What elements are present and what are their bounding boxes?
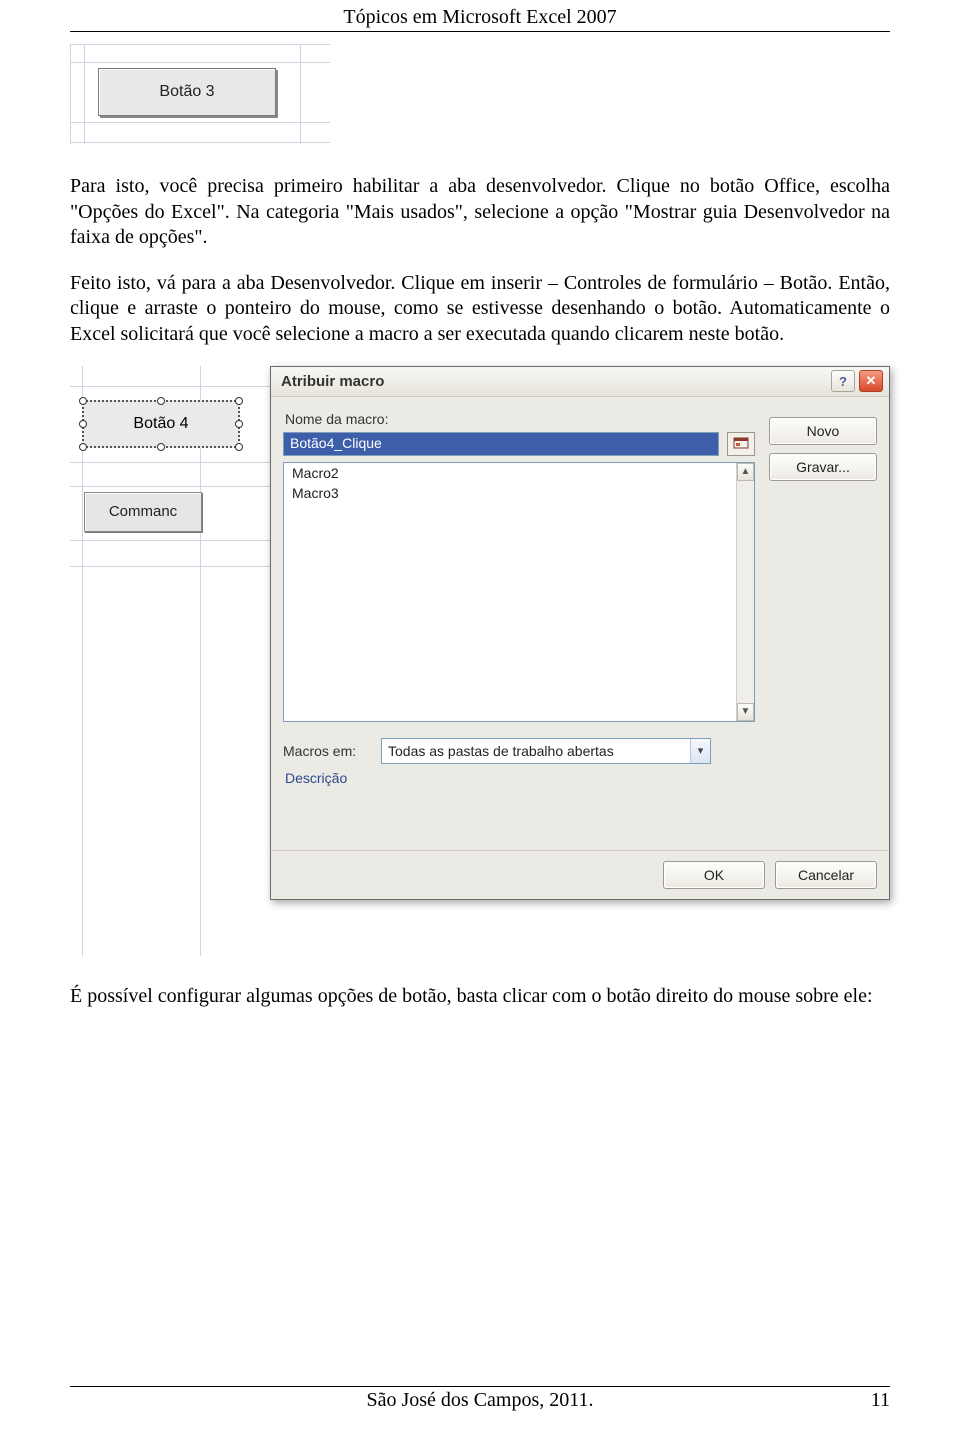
footer-rule [70, 1386, 890, 1387]
footer-center-text: São José dos Campos, 2011. [70, 1389, 890, 1412]
page-number: 11 [871, 1389, 890, 1412]
dialog-close-button[interactable]: ✕ [859, 370, 883, 392]
scrollbar[interactable]: ▲ ▼ [736, 463, 754, 721]
novo-button-label: Novo [807, 423, 840, 439]
form-button-botao3-label: Botão 3 [159, 83, 214, 101]
form-button-botao4-label: Botão 4 [133, 415, 188, 433]
form-button-botao4[interactable]: Botão 4 [82, 400, 240, 448]
resize-handle-icon[interactable] [157, 443, 165, 451]
gravar-button-label: Gravar... [796, 459, 850, 475]
spreadsheet-ref-icon [733, 436, 749, 452]
cancel-button-label: Cancelar [798, 867, 854, 883]
macro-listbox[interactable]: Macro2 Macro3 ▲ ▼ [283, 462, 755, 722]
paragraph-1: Para isto, você precisa primeiro habilit… [70, 174, 890, 251]
scroll-up-icon[interactable]: ▲ [737, 463, 754, 481]
gravar-button[interactable]: Gravar... [769, 453, 877, 481]
header-rule [70, 31, 890, 32]
dialog-title: Atribuir macro [281, 373, 384, 390]
macro-name-value: Botão4_Clique [290, 435, 382, 451]
cancel-button[interactable]: Cancelar [775, 861, 877, 889]
resize-handle-icon[interactable] [235, 420, 243, 428]
resize-handle-icon[interactable] [79, 420, 87, 428]
excel-snippet-botao3: Botão 3 [70, 44, 330, 144]
macros-em-label: Macros em: [283, 743, 373, 759]
command-button[interactable]: Commanc [84, 492, 202, 532]
dialog-help-button[interactable]: ? [831, 370, 855, 392]
assign-macro-dialog: Atribuir macro ? ✕ Nome da macro: Botão4… [270, 366, 890, 900]
command-button-label: Commanc [109, 503, 177, 520]
resize-handle-icon[interactable] [157, 397, 165, 405]
excel-snippet-dialog: Botão 4 Commanc Atribuir macro ? [70, 366, 890, 956]
resize-handle-icon[interactable] [235, 397, 243, 405]
collapse-dialog-button[interactable] [727, 432, 755, 456]
question-mark-icon: ? [839, 374, 847, 389]
novo-button[interactable]: Novo [769, 417, 877, 445]
macros-em-value: Todas as pastas de trabalho abertas [388, 743, 614, 759]
list-item[interactable]: Macro2 [284, 463, 754, 483]
list-item[interactable]: Macro3 [284, 483, 754, 503]
resize-handle-icon[interactable] [79, 443, 87, 451]
chevron-down-icon[interactable]: ▾ [690, 739, 710, 763]
ok-button-label: OK [704, 867, 724, 883]
paragraph-2: Feito isto, vá para a aba Desenvolvedor.… [70, 271, 890, 348]
ok-button[interactable]: OK [663, 861, 765, 889]
descricao-label: Descrição [285, 770, 877, 786]
resize-handle-icon[interactable] [79, 397, 87, 405]
macro-name-input[interactable]: Botão4_Clique [283, 432, 719, 456]
close-icon: ✕ [866, 373, 877, 389]
form-button-botao3[interactable]: Botão 3 [98, 68, 276, 116]
dialog-titlebar[interactable]: Atribuir macro ? ✕ [271, 367, 889, 397]
paragraph-3: É possível configurar algumas opções de … [70, 984, 890, 1010]
page-header-title: Tópicos em Microsoft Excel 2007 [70, 0, 890, 31]
resize-handle-icon[interactable] [235, 443, 243, 451]
scroll-down-icon[interactable]: ▼ [737, 703, 754, 721]
macros-em-combobox[interactable]: Todas as pastas de trabalho abertas ▾ [381, 738, 711, 764]
